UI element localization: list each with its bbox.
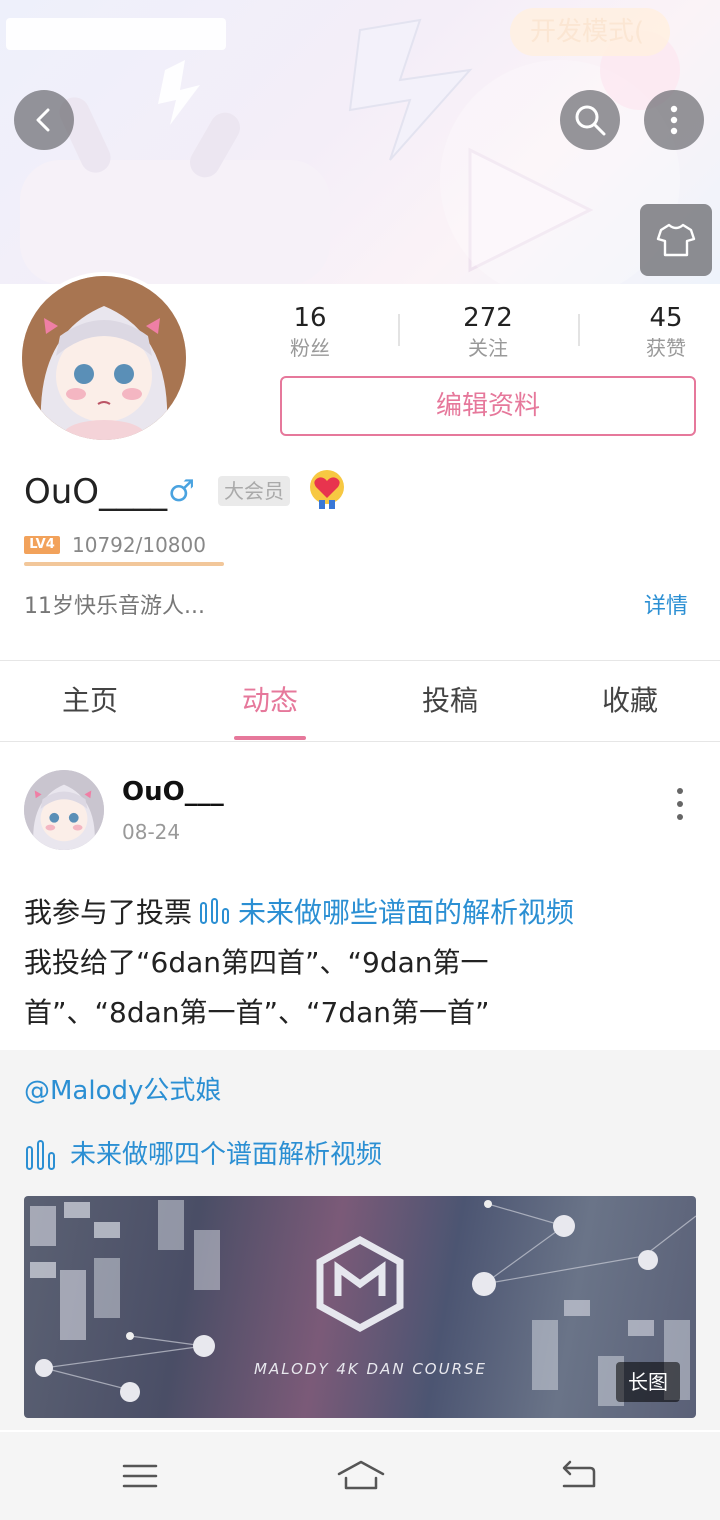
post-line-3: 首”、“8dan第一首”、“7dan第一首” [24, 996, 490, 1029]
exp-progress-bar [24, 562, 224, 566]
post-body: 我参与了投票 未来做哪些谱面的解析视频 我投给了“6dan第四首”、“9dan第… [24, 888, 696, 1038]
likes-count: 45 [649, 303, 683, 333]
following-count: 272 [463, 303, 513, 333]
vip-badge[interactable]: 大会员 [218, 476, 290, 506]
post-more-icon[interactable] [670, 786, 690, 822]
system-nav-bar [0, 1432, 720, 1520]
stat-separator [398, 314, 400, 346]
divider [0, 660, 720, 661]
post-text-prefix: 我参与了投票 [24, 896, 193, 929]
vote-icon [200, 898, 230, 924]
fans-label: 粉丝 [290, 336, 330, 360]
long-image-badge: 长图 [616, 1362, 680, 1402]
avatar-illustration [24, 770, 104, 850]
username: OuO____ [24, 472, 168, 512]
back-arrow-icon[interactable] [556, 1454, 600, 1498]
level-badge: LV4 [24, 536, 60, 554]
more-button[interactable] [644, 90, 704, 150]
edit-profile-button[interactable]: 编辑资料 [280, 376, 696, 436]
likes-label: 获赞 [646, 336, 686, 360]
repost-vote-title-text: 未来做哪四个谱面解析视频 [70, 1140, 383, 1170]
more-vertical-icon [670, 105, 678, 135]
repost-vote-title[interactable]: 未来做哪四个谱面解析视频 [24, 1134, 382, 1176]
search-button[interactable] [560, 90, 620, 150]
avatar-illustration [22, 276, 186, 440]
stat-fans[interactable]: 16 粉丝 [250, 300, 370, 360]
tab-home[interactable]: 主页 [0, 678, 180, 724]
fans-count: 16 [293, 303, 327, 333]
mention-link[interactable]: @Malody公式娘 [24, 1070, 221, 1112]
divider [0, 741, 720, 742]
exp-text: 10792/10800 [72, 533, 206, 557]
chevron-left-icon [36, 108, 50, 132]
profile-banner: 开发模式( [0, 0, 720, 284]
following-label: 关注 [468, 336, 508, 360]
stat-following[interactable]: 272 关注 [428, 300, 548, 360]
stat-likes[interactable]: 45 获赞 [606, 300, 720, 360]
post-line-2: 我投给了“6dan第四首”、“9dan第一 [24, 946, 489, 979]
change-skin-button[interactable] [640, 204, 712, 276]
tab-submissions[interactable]: 投稿 [360, 678, 540, 724]
active-tab-indicator [234, 736, 306, 740]
post-date: 08-24 [122, 820, 181, 844]
cover-artwork [30, 1200, 696, 1406]
signature: 11岁快乐音游人... [24, 594, 205, 619]
search-icon [575, 105, 606, 136]
detail-link[interactable]: 详情 [644, 590, 688, 624]
back-button[interactable] [14, 90, 74, 150]
male-icon: ♂ [168, 474, 195, 509]
profile-avatar[interactable] [18, 272, 190, 444]
home-icon[interactable] [336, 1454, 386, 1498]
cover-image[interactable]: MALODY 4K DAN COURSE 长图 [24, 1196, 696, 1418]
tab-favorites[interactable]: 收藏 [540, 678, 720, 724]
vote-link[interactable]: 未来做哪些谱面的解析视频 [238, 896, 574, 929]
heart-medal-icon[interactable] [306, 468, 348, 510]
tab-dynamics[interactable]: 动态 [180, 678, 360, 724]
blurred-title [6, 18, 226, 50]
vote-icon [26, 1140, 55, 1170]
tshirt-icon [656, 223, 696, 257]
post-author-name[interactable]: OuO___ [122, 772, 224, 812]
stat-separator [578, 314, 580, 346]
post-line-1: 我参与了投票 未来做哪些谱面的解析视频 [24, 888, 696, 938]
cover-caption: MALODY 4K DAN COURSE [254, 1360, 488, 1378]
menu-icon[interactable] [118, 1454, 162, 1498]
post-author-avatar[interactable] [24, 770, 104, 850]
dev-mode-label[interactable]: 开发模式( [510, 8, 670, 56]
